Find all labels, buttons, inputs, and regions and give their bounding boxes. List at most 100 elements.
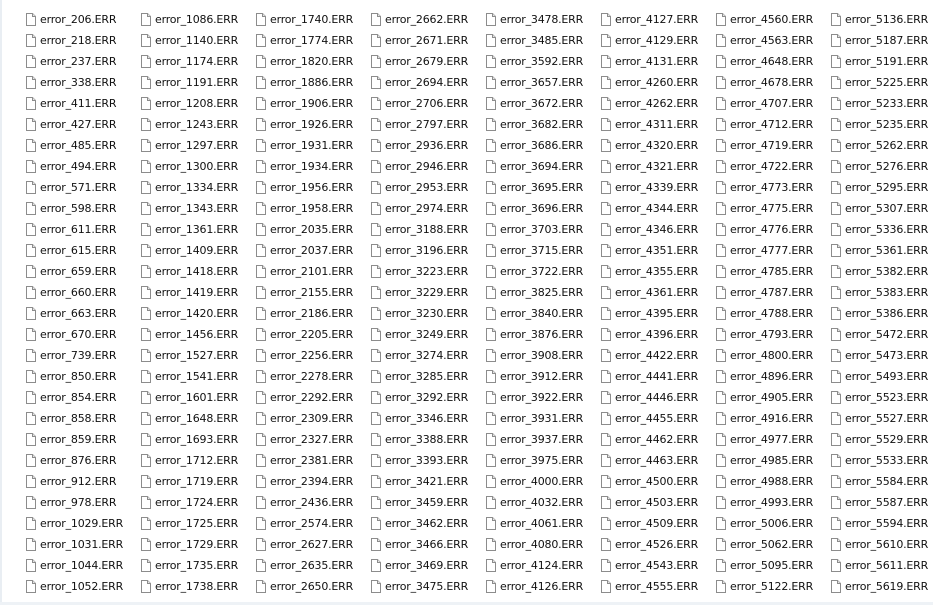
file-item[interactable]: error_2278.ERR bbox=[256, 366, 368, 387]
file-item[interactable]: error_2662.ERR bbox=[371, 9, 483, 30]
file-item[interactable]: error_4262.ERR bbox=[601, 93, 713, 114]
file-item[interactable]: error_4773.ERR bbox=[716, 177, 828, 198]
file-item[interactable]: error_4678.ERR bbox=[716, 72, 828, 93]
file-item[interactable]: error_3421.ERR bbox=[371, 471, 483, 492]
file-item[interactable]: error_4707.ERR bbox=[716, 93, 828, 114]
file-item[interactable]: error_2037.ERR bbox=[256, 240, 368, 261]
file-item[interactable]: error_1208.ERR bbox=[141, 93, 253, 114]
file-item[interactable]: error_3393.ERR bbox=[371, 450, 483, 471]
file-item[interactable]: error_3975.ERR bbox=[486, 450, 598, 471]
file-item[interactable]: error_4543.ERR bbox=[601, 555, 713, 576]
file-item[interactable]: error_2974.ERR bbox=[371, 198, 483, 219]
file-item[interactable]: error_2650.ERR bbox=[256, 576, 368, 597]
file-item[interactable]: error_615.ERR bbox=[26, 240, 138, 261]
file-item[interactable]: error_2292.ERR bbox=[256, 387, 368, 408]
file-item[interactable]: error_4455.ERR bbox=[601, 408, 713, 429]
file-item[interactable]: error_2797.ERR bbox=[371, 114, 483, 135]
file-item[interactable]: error_4500.ERR bbox=[601, 471, 713, 492]
file-item[interactable]: error_4785.ERR bbox=[716, 261, 828, 282]
file-item[interactable]: error_5594.ERR bbox=[831, 513, 933, 534]
file-item[interactable]: error_3223.ERR bbox=[371, 261, 483, 282]
file-item[interactable]: error_3696.ERR bbox=[486, 198, 598, 219]
file-item[interactable]: error_3274.ERR bbox=[371, 345, 483, 366]
file-item[interactable]: error_3388.ERR bbox=[371, 429, 483, 450]
file-item[interactable]: error_5386.ERR bbox=[831, 303, 933, 324]
file-item[interactable]: error_4916.ERR bbox=[716, 408, 828, 429]
file-item[interactable]: error_5225.ERR bbox=[831, 72, 933, 93]
file-item[interactable]: error_4260.ERR bbox=[601, 72, 713, 93]
file-item[interactable]: error_739.ERR bbox=[26, 345, 138, 366]
file-item[interactable]: error_5262.ERR bbox=[831, 135, 933, 156]
file-item[interactable]: error_5062.ERR bbox=[716, 534, 828, 555]
file-item[interactable]: error_2309.ERR bbox=[256, 408, 368, 429]
file-item[interactable]: error_2381.ERR bbox=[256, 450, 368, 471]
file-item[interactable]: error_4563.ERR bbox=[716, 30, 828, 51]
file-item[interactable]: error_4446.ERR bbox=[601, 387, 713, 408]
file-item[interactable]: error_1926.ERR bbox=[256, 114, 368, 135]
file-item[interactable]: error_3682.ERR bbox=[486, 114, 598, 135]
file-item[interactable]: error_4320.ERR bbox=[601, 135, 713, 156]
file-item[interactable]: error_4777.ERR bbox=[716, 240, 828, 261]
file-item[interactable]: error_2627.ERR bbox=[256, 534, 368, 555]
file-item[interactable]: error_2574.ERR bbox=[256, 513, 368, 534]
file-item[interactable]: error_3249.ERR bbox=[371, 324, 483, 345]
file-item[interactable]: error_2205.ERR bbox=[256, 324, 368, 345]
file-item[interactable]: error_4395.ERR bbox=[601, 303, 713, 324]
file-item[interactable]: error_5610.ERR bbox=[831, 534, 933, 555]
file-item[interactable]: error_4776.ERR bbox=[716, 219, 828, 240]
file-item[interactable]: error_1719.ERR bbox=[141, 471, 253, 492]
file-item[interactable]: error_5383.ERR bbox=[831, 282, 933, 303]
file-item[interactable]: error_5472.ERR bbox=[831, 324, 933, 345]
file-item[interactable]: error_3466.ERR bbox=[371, 534, 483, 555]
file-item[interactable]: error_4344.ERR bbox=[601, 198, 713, 219]
file-item[interactable]: error_4463.ERR bbox=[601, 450, 713, 471]
file-item[interactable]: error_611.ERR bbox=[26, 219, 138, 240]
file-item[interactable]: error_4526.ERR bbox=[601, 534, 713, 555]
file-item[interactable]: error_4311.ERR bbox=[601, 114, 713, 135]
file-item[interactable]: error_4346.ERR bbox=[601, 219, 713, 240]
file-item[interactable]: error_4127.ERR bbox=[601, 9, 713, 30]
file-item[interactable]: error_1243.ERR bbox=[141, 114, 253, 135]
file-item[interactable]: error_4129.ERR bbox=[601, 30, 713, 51]
file-item[interactable]: error_4788.ERR bbox=[716, 303, 828, 324]
file-item[interactable]: error_1774.ERR bbox=[256, 30, 368, 51]
file-item[interactable]: error_4361.ERR bbox=[601, 282, 713, 303]
file-item[interactable]: error_5191.ERR bbox=[831, 51, 933, 72]
file-item[interactable]: error_3715.ERR bbox=[486, 240, 598, 261]
file-item[interactable]: error_3908.ERR bbox=[486, 345, 598, 366]
file-item[interactable]: error_3657.ERR bbox=[486, 72, 598, 93]
file-item[interactable]: error_3912.ERR bbox=[486, 366, 598, 387]
file-item[interactable]: error_5361.ERR bbox=[831, 240, 933, 261]
file-item[interactable]: error_1601.ERR bbox=[141, 387, 253, 408]
file-item[interactable]: error_670.ERR bbox=[26, 324, 138, 345]
file-item[interactable]: error_1725.ERR bbox=[141, 513, 253, 534]
file-item[interactable]: error_850.ERR bbox=[26, 366, 138, 387]
file-item[interactable]: error_4712.ERR bbox=[716, 114, 828, 135]
file-item[interactable]: error_5584.ERR bbox=[831, 471, 933, 492]
file-item[interactable]: error_485.ERR bbox=[26, 135, 138, 156]
file-item[interactable]: error_3229.ERR bbox=[371, 282, 483, 303]
file-item[interactable]: error_1693.ERR bbox=[141, 429, 253, 450]
file-item[interactable]: error_5336.ERR bbox=[831, 219, 933, 240]
file-item[interactable]: error_3722.ERR bbox=[486, 261, 598, 282]
file-item[interactable]: error_5235.ERR bbox=[831, 114, 933, 135]
file-item[interactable]: error_3346.ERR bbox=[371, 408, 483, 429]
file-item[interactable]: error_2706.ERR bbox=[371, 93, 483, 114]
file-item[interactable]: error_5136.ERR bbox=[831, 9, 933, 30]
file-item[interactable]: error_660.ERR bbox=[26, 282, 138, 303]
file-item[interactable]: error_1300.ERR bbox=[141, 156, 253, 177]
file-item[interactable]: error_854.ERR bbox=[26, 387, 138, 408]
file-item[interactable]: error_659.ERR bbox=[26, 261, 138, 282]
file-item[interactable]: error_4800.ERR bbox=[716, 345, 828, 366]
file-item[interactable]: error_1343.ERR bbox=[141, 198, 253, 219]
file-item[interactable]: error_2256.ERR bbox=[256, 345, 368, 366]
file-item[interactable]: error_663.ERR bbox=[26, 303, 138, 324]
file-item[interactable]: error_1029.ERR bbox=[26, 513, 138, 534]
file-item[interactable]: error_4722.ERR bbox=[716, 156, 828, 177]
file-item[interactable]: error_1334.ERR bbox=[141, 177, 253, 198]
file-item[interactable]: error_1931.ERR bbox=[256, 135, 368, 156]
file-item[interactable]: error_1419.ERR bbox=[141, 282, 253, 303]
file-item[interactable]: error_206.ERR bbox=[26, 9, 138, 30]
file-item[interactable]: error_5187.ERR bbox=[831, 30, 933, 51]
file-item[interactable]: error_4648.ERR bbox=[716, 51, 828, 72]
